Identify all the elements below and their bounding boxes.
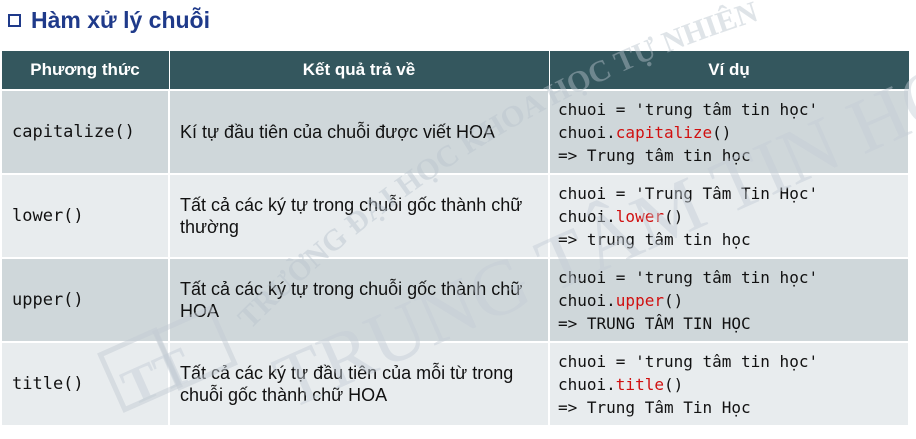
example-line-1: chuoi = 'trung tâm tin học'	[558, 351, 819, 371]
example-method-name: capitalize	[615, 122, 713, 142]
description-cell: Tất cả các ký tự trong chuỗi gốc thành c…	[168, 257, 550, 343]
example-line-2: chuoi.lower()	[558, 205, 908, 228]
table-row: title() Tất cả các ký tự đầu tiên của mỗ…	[0, 341, 910, 427]
string-methods-table: Phương thức Kết quả trả về Ví dụ capital…	[0, 50, 910, 427]
table-row: lower() Tất cả các ký tự trong chuỗi gốc…	[0, 173, 910, 259]
example-line-3: => Trung Tâm Tin Học	[558, 397, 751, 417]
checkbox-icon	[8, 13, 21, 27]
header-result: Kết quả trả về	[168, 50, 550, 91]
heading-title: Hàm xử lý chuỗi	[31, 6, 210, 33]
example-line-3: => trung tâm tin học	[558, 229, 751, 249]
method-cell: lower()	[0, 173, 170, 259]
example-object: chuoi.	[558, 122, 616, 142]
method-cell: capitalize()	[0, 89, 170, 175]
example-object: chuoi.	[558, 374, 616, 394]
example-method-name: lower	[615, 206, 664, 226]
example-method-name: upper	[615, 290, 664, 310]
method-cell: title()	[0, 341, 170, 427]
example-line-2: chuoi.title()	[558, 373, 908, 396]
description-cell: Tất cả các ký tự đầu tiên của mỗi từ tro…	[168, 341, 550, 427]
example-cell: chuoi = 'trung tâm tin học' chuoi.capital…	[548, 89, 910, 175]
example-line-3: => Trung tâm tin học	[558, 145, 751, 165]
example-parens: ()	[663, 374, 684, 394]
header-example: Ví dụ	[548, 50, 910, 91]
example-parens: ()	[712, 122, 732, 142]
table-header-row: Phương thức Kết quả trả về Ví dụ	[0, 50, 910, 91]
example-method-name: title	[615, 374, 664, 394]
example-cell: chuoi = 'trung tâm tin học' chuoi.title()…	[548, 341, 910, 427]
description-cell: Kí tự đầu tiên của chuỗi được viết HOA	[168, 89, 550, 175]
example-line-1: chuoi = 'trung tâm tin học'	[558, 99, 819, 119]
section-heading: Hàm xử lý chuỗi	[8, 3, 210, 37]
method-cell: upper()	[0, 257, 170, 343]
example-object: chuoi.	[558, 206, 616, 226]
example-cell: chuoi = 'Trung Tâm Tin Học' chuoi.lower()…	[548, 173, 910, 259]
header-method: Phương thức	[0, 50, 170, 91]
example-parens: ()	[663, 206, 684, 226]
example-parens: ()	[663, 290, 684, 310]
table-row: upper() Tất cả các ký tự trong chuỗi gốc…	[0, 257, 910, 343]
example-line-3: => TRUNG TÂM TIN HỌC	[558, 313, 751, 333]
example-cell: chuoi = 'trung tâm tin học' chuoi.upper()…	[548, 257, 910, 343]
example-object: chuoi.	[558, 290, 616, 310]
example-line-2: chuoi.capitalize()	[558, 121, 908, 144]
example-line-1: chuoi = 'Trung Tâm Tin Học'	[558, 183, 819, 203]
table-row: capitalize() Kí tự đầu tiên của chuỗi đư…	[0, 89, 910, 175]
example-line-1: chuoi = 'trung tâm tin học'	[558, 267, 819, 287]
example-line-2: chuoi.upper()	[558, 289, 908, 312]
description-cell: Tất cả các ký tự trong chuỗi gốc thành c…	[168, 173, 550, 259]
